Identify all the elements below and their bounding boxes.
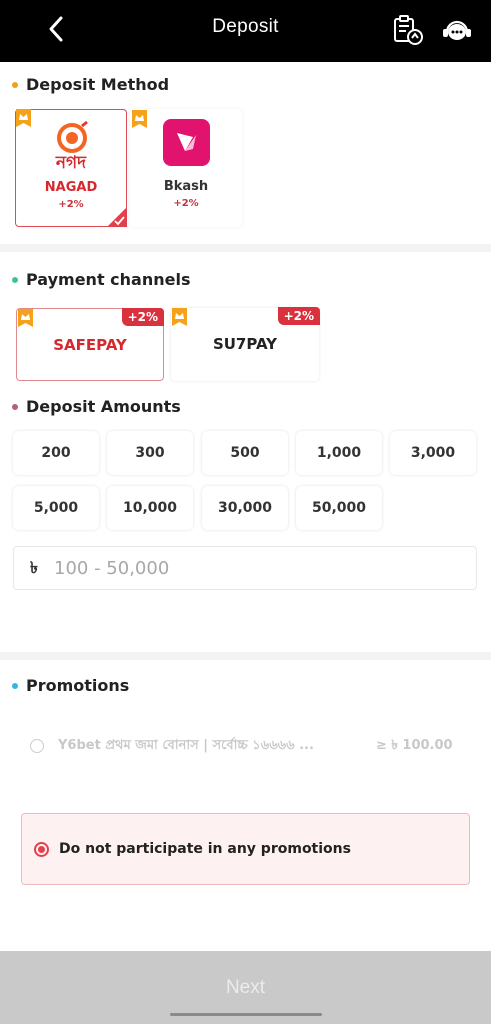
amount-option[interactable]: 300 xyxy=(107,431,193,475)
nagad-logo-text: নগদ xyxy=(55,153,87,173)
bonus-badge: +2% xyxy=(121,308,164,326)
amount-option[interactable]: 200 xyxy=(13,431,99,475)
amount-option[interactable]: 50,000 xyxy=(296,486,382,530)
method-bkash[interactable]: Bkash +2% xyxy=(130,109,242,227)
amount-option[interactable]: 500 xyxy=(202,431,288,475)
method-nagad[interactable]: নগদ NAGAD +2% xyxy=(15,109,127,227)
bonus-badge: +2% xyxy=(277,307,320,325)
method-bonus: +2% xyxy=(173,198,199,209)
channel-su7pay[interactable]: +2% SU7PAY xyxy=(171,307,320,381)
amount-input-field[interactable]: ৳ xyxy=(13,546,477,590)
section-divider xyxy=(0,652,491,660)
channel-name: SAFEPAY xyxy=(53,336,127,354)
amount-option[interactable]: 30,000 xyxy=(202,486,288,530)
crown-icon xyxy=(172,308,187,326)
amount-option[interactable]: 3,000 xyxy=(390,431,476,475)
section-dot xyxy=(12,81,18,88)
home-indicator xyxy=(170,1013,322,1016)
section-divider xyxy=(0,244,491,252)
currency-symbol: ৳ xyxy=(30,557,38,577)
selected-check-icon xyxy=(107,207,127,227)
amount-input[interactable] xyxy=(54,557,454,579)
bkash-logo-icon xyxy=(163,119,210,166)
channel-safepay[interactable]: +2% SAFEPAY xyxy=(16,308,164,381)
crown-icon xyxy=(18,309,33,327)
amount-option[interactable]: 10,000 xyxy=(107,486,193,530)
promotion-option[interactable]: Y6bet প্রথম জমা বোনাস | সর্বোচ্চ ১৬৬৬৬ .… xyxy=(30,733,470,759)
no-promotion-option[interactable]: Do not participate in any promotions xyxy=(21,813,470,885)
payment-channels-heading: Payment channels xyxy=(12,270,190,289)
deposit-amounts-heading: Deposit Amounts xyxy=(12,397,181,416)
section-dot xyxy=(12,403,18,410)
crown-icon xyxy=(132,110,147,128)
top-header: Deposit xyxy=(0,0,491,62)
customer-service-icon[interactable] xyxy=(440,15,474,45)
radio-unchecked-icon[interactable] xyxy=(30,739,44,753)
section-dot xyxy=(12,682,18,689)
no-promotion-label: Do not participate in any promotions xyxy=(59,841,351,857)
deposit-record-icon[interactable] xyxy=(391,14,425,46)
promotions-heading: Promotions xyxy=(12,676,129,695)
channel-name: SU7PAY xyxy=(212,335,278,353)
deposit-method-heading: Deposit Method xyxy=(12,75,169,94)
promotion-text: Y6bet প্রথম জমা বোনাস | সর্বোচ্চ ১৬৬৬৬ .… xyxy=(58,737,314,753)
amount-option[interactable]: 1,000 xyxy=(296,431,382,475)
method-name: Bkash xyxy=(163,179,209,194)
crown-icon xyxy=(16,109,31,127)
amount-option[interactable]: 5,000 xyxy=(13,486,99,530)
section-dot xyxy=(12,276,18,283)
method-name: NAGAD xyxy=(44,180,98,195)
promotion-min-amount: ≥ ৳ 100.00 xyxy=(376,737,453,753)
radio-checked-icon[interactable] xyxy=(34,841,49,857)
